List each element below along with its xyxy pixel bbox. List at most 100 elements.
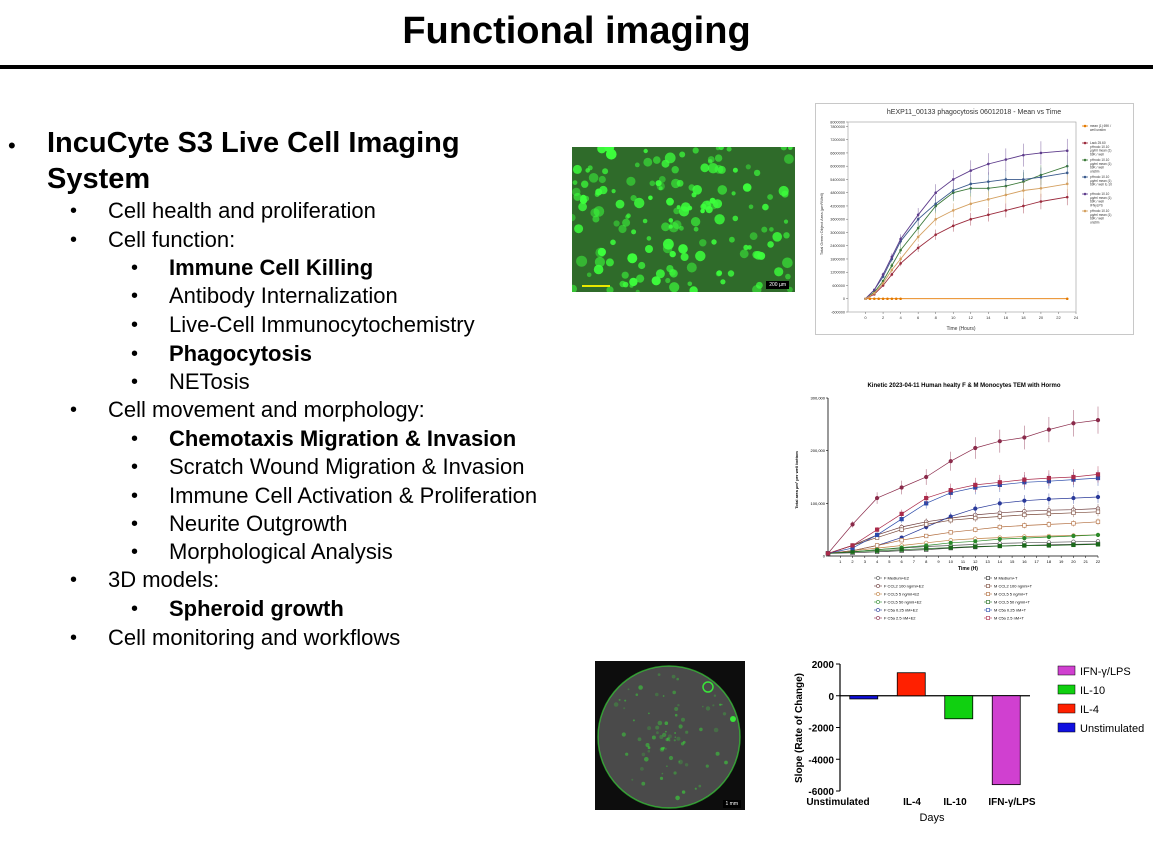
spheroid-cell (675, 795, 680, 801)
fluorescent-cell (643, 157, 653, 167)
fluorescent-cell (767, 241, 774, 248)
data-point (951, 189, 955, 192)
fluorescent-cell (588, 173, 599, 183)
chemotaxis-chart-svg: Kinetic 2023-04-11 Human healty F & M Mo… (794, 383, 1101, 621)
fluorescent-cell (613, 220, 620, 227)
data-point (899, 257, 902, 261)
legend-marker (1083, 175, 1087, 179)
bullet-subitem: Phagocytosis (169, 341, 313, 366)
legend-marker (986, 616, 990, 620)
spheroid-cell (637, 737, 642, 742)
legend-label: M CCL5 5 ng/ml+T (994, 592, 1028, 597)
fluorescent-cell (574, 224, 584, 234)
data-point (987, 213, 990, 217)
data-point (874, 532, 880, 538)
scale-bar-label: 200 µm (766, 281, 789, 289)
x-tick-label: 14 (986, 315, 991, 320)
legend-label: F C5a 2.5 nM+E2 (884, 616, 916, 621)
y-tick-label: 5400000 (830, 178, 845, 182)
bullet-subitem: Spheroid growth (169, 596, 344, 621)
spheroid-svg (595, 661, 745, 810)
data-point (890, 255, 894, 259)
legend-label: F C5a 0.25 nM+E2 (884, 608, 918, 613)
legend-marker (876, 616, 880, 620)
legend-label: pHrodo 10.10 µg/ml mean (1) 69K / well unst… (1090, 158, 1112, 173)
spheroid-cell (632, 719, 635, 722)
legend-label: IL-10 (1080, 685, 1105, 697)
spheroid-cell (722, 712, 727, 716)
legend-label: M C5a 2.5 nM+T (994, 616, 1024, 621)
data-point (873, 291, 876, 295)
bullet-dot: • (131, 428, 139, 450)
data-point (969, 217, 973, 221)
fluorescent-cell (748, 204, 754, 210)
y-tick-label: 3600000 (830, 218, 845, 222)
fluorescent-cell (661, 159, 670, 168)
bullet-subitem: NETosis (169, 369, 250, 394)
cell-microscopy-svg (572, 147, 795, 292)
fluorescent-cell (715, 270, 722, 277)
x-tick-label: 20 (1071, 559, 1076, 564)
bullet-dot: • (131, 314, 139, 336)
legend-marker (986, 592, 990, 596)
y-tick-label: 1800000 (830, 257, 845, 261)
bullet-dot: • (70, 399, 78, 421)
x-tick-label: 24 (1074, 315, 1079, 320)
data-point (1071, 495, 1076, 501)
spheroid-cell (648, 712, 650, 715)
data-point (1095, 519, 1101, 524)
x-tick-label: 18 (1047, 559, 1052, 564)
x-tick-label: 4 (899, 315, 902, 320)
bullet-subitem: Neurite Outgrowth (169, 511, 348, 536)
data-point (1039, 186, 1043, 190)
data-point (948, 540, 953, 545)
data-point (973, 445, 978, 451)
data-point (874, 527, 880, 532)
data-point (1046, 427, 1052, 432)
fluorescent-cell (648, 195, 653, 201)
series-line (865, 183, 1068, 300)
fluorescent-cell (692, 147, 699, 154)
fluorescent-cell (619, 280, 626, 288)
data-point (948, 459, 953, 464)
spheroid-cell (627, 688, 630, 691)
bullet-main-cont: System (47, 163, 151, 195)
y-tick-label: 0 (823, 554, 826, 559)
fluorescent-cell (783, 219, 789, 224)
bullet-dot: • (131, 485, 139, 507)
data-point (916, 226, 920, 230)
fluorescent-cell (573, 192, 582, 201)
fluorescent-cell (638, 261, 646, 270)
data-point (948, 518, 953, 523)
data-point (890, 268, 894, 272)
data-point (951, 178, 955, 181)
data-point (1046, 497, 1052, 502)
legend-label: IL-4 (1080, 704, 1099, 716)
data-point (1095, 494, 1101, 500)
data-point (1046, 534, 1052, 540)
data-point (1065, 195, 1069, 199)
spheroid-cell (672, 690, 676, 695)
spheroid-cell (665, 738, 669, 742)
x-tick-label: 8 (925, 559, 928, 564)
data-point (1065, 171, 1069, 175)
bullet-dot: • (131, 371, 139, 393)
y-tick-label: 6600000 (830, 151, 845, 155)
fluorescent-cell (700, 208, 705, 214)
bullet-subitem: Live-Cell Immunocytochemistry (169, 312, 475, 337)
data-point (934, 202, 937, 206)
spheroid-cell (684, 763, 689, 767)
data-point (934, 233, 937, 236)
legend-swatch (1057, 703, 1076, 714)
bullet-dot: • (131, 513, 139, 535)
fluorescent-cell (666, 197, 674, 206)
fluorescent-cell (593, 264, 604, 275)
spheroid-cell (641, 781, 646, 786)
spheroid-cell (713, 727, 719, 733)
legend-label: F CCL5 50 ng/ml+E2 (884, 600, 922, 605)
legend-marker (986, 584, 990, 588)
x-tick-label: 4 (876, 559, 879, 564)
fluorescent-cell (669, 282, 680, 292)
fluorescent-cell (707, 163, 719, 174)
spheroid-cell (661, 772, 664, 775)
